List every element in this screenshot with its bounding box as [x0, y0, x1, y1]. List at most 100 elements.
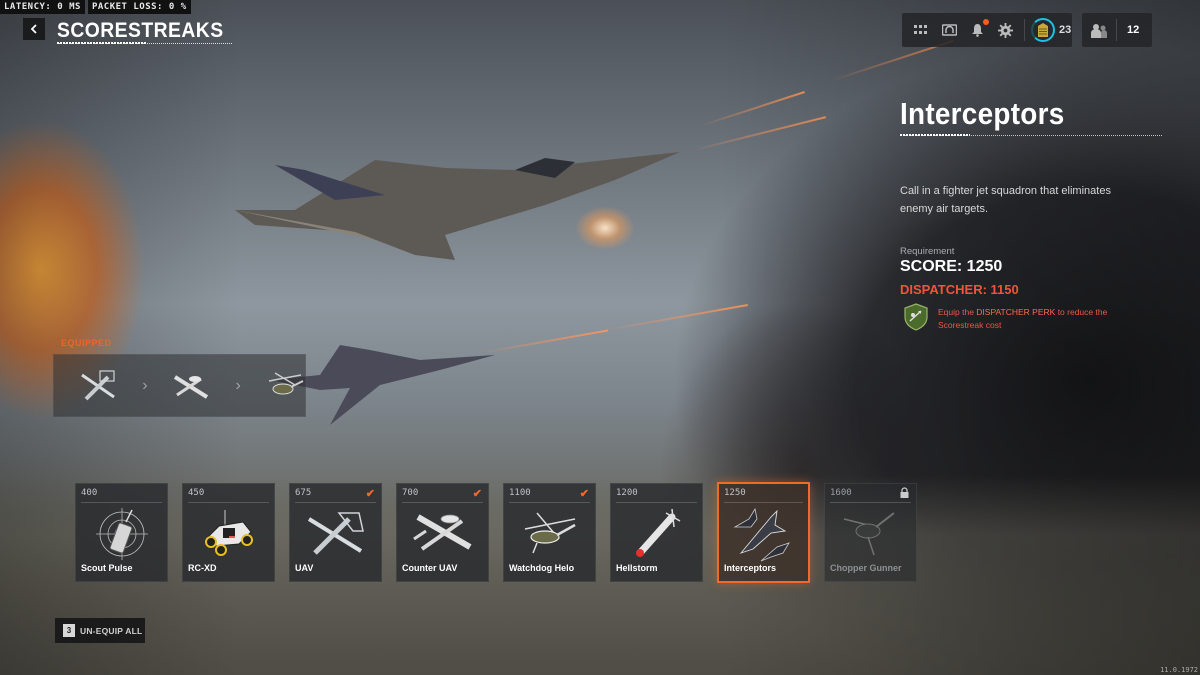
- packet-loss-readout: PACKET LOSS: 0 %: [87, 0, 191, 14]
- requirement-score: SCORE: 1250: [900, 258, 1003, 275]
- card-name: UAV: [295, 563, 314, 573]
- card-cost: 675: [295, 488, 312, 498]
- card-cost: 1200: [616, 488, 638, 498]
- card-divider: [295, 502, 376, 503]
- detail-title: Interceptors: [900, 96, 1065, 131]
- card-cost: 400: [81, 488, 98, 498]
- card-art: [835, 506, 906, 562]
- party-divider: [1116, 19, 1117, 41]
- awacs-plane-icon: [174, 374, 209, 399]
- grid-menu-icon: [914, 25, 927, 34]
- card-divider: [724, 502, 803, 503]
- equipped-loadout: › ›: [53, 354, 306, 417]
- title-underline: [57, 42, 232, 44]
- perk-note-highlight: DISPATCHER PERK: [976, 307, 1056, 317]
- perk-note-prefix: Equip the: [938, 307, 977, 317]
- equipped-slot-watchdog-helo[interactable]: [265, 366, 305, 406]
- card-cost: 1100: [509, 488, 531, 498]
- chevron-right-icon: ›: [235, 376, 241, 394]
- card-art: [621, 506, 692, 562]
- scorestreak-card-counter-uav[interactable]: 700 ✔ Counter UAV: [396, 483, 489, 582]
- drone-icon: [307, 512, 364, 555]
- card-art: [193, 506, 264, 562]
- rank-level: 23: [1059, 24, 1072, 36]
- headset-icon: [941, 23, 957, 36]
- tracer-line: [689, 116, 827, 152]
- card-art: [514, 506, 585, 562]
- detail-title-underline: [900, 134, 1162, 136]
- notification-dot: [983, 19, 989, 25]
- scorestreak-card-scout-pulse[interactable]: 400 Scout Pulse: [75, 483, 168, 582]
- card-cost: 700: [402, 488, 419, 498]
- menu-grid-button[interactable]: [912, 21, 930, 39]
- card-cost: 1250: [724, 488, 746, 498]
- latency-readout: LATENCY: 0 MS: [0, 0, 85, 14]
- card-name: Interceptors: [724, 563, 777, 573]
- radar-device-icon: [95, 508, 148, 560]
- card-name: Chopper Gunner: [830, 563, 902, 573]
- scorestreak-card-watchdog-helo[interactable]: 1100 ✔ Watchdog Helo: [503, 483, 596, 582]
- back-button[interactable]: [23, 18, 45, 40]
- scorestreak-card-interceptors[interactable]: 1250 Interceptors: [717, 482, 810, 583]
- keybind-badge: 3: [63, 624, 75, 637]
- equipped-slot-counter-uav[interactable]: [171, 366, 211, 406]
- requirement-label: Requirement: [900, 246, 955, 257]
- card-divider: [402, 502, 483, 503]
- toolbar-divider: [1024, 19, 1025, 41]
- card-name: Counter UAV: [402, 563, 458, 573]
- chevron-right-icon: ›: [142, 376, 148, 394]
- scorestreak-card-chopper-gunner[interactable]: 1600 Chopper Gunner: [824, 483, 917, 582]
- detail-description: Call in a fighter jet squadron that elim…: [900, 185, 1111, 215]
- chevron-left-icon: [30, 24, 37, 34]
- party-button[interactable]: 12: [1082, 13, 1152, 47]
- card-art: [407, 506, 478, 562]
- equipped-check-icon: ✔: [579, 488, 589, 500]
- scorestreak-card-hellstorm[interactable]: 1200 Hellstorm: [610, 483, 703, 582]
- party-members-icon: [1091, 23, 1107, 38]
- card-art: [729, 506, 798, 562]
- equipped-slot-uav[interactable]: [78, 366, 118, 406]
- party-count: 12: [1127, 24, 1140, 36]
- tracer-line: [599, 303, 748, 332]
- scorestreak-list: 400 Scout Pulse 450 RC-XD 675 ✔ UAV 700 …: [75, 482, 917, 583]
- scorestreak-card-rc-xd[interactable]: 450 RC-XD: [182, 483, 275, 582]
- settings-button[interactable]: [996, 21, 1014, 39]
- scorestreak-detail-panel: Interceptors Call in a fighter jet squad…: [900, 96, 1170, 332]
- rc-car-icon: [204, 510, 253, 556]
- missile-icon: [635, 508, 680, 557]
- card-name: RC-XD: [188, 563, 217, 573]
- dispatcher-perk-icon: [904, 303, 928, 331]
- drone-icon: [81, 369, 116, 400]
- page-title: SCORESTREAKS: [57, 19, 224, 42]
- helicopter-icon: [268, 371, 304, 394]
- jet-squadron-icon: [732, 507, 790, 562]
- card-divider: [830, 502, 911, 503]
- helicopter-icon: [524, 512, 576, 554]
- rank-chevron-icon: [1038, 23, 1048, 37]
- card-name: Scout Pulse: [81, 563, 133, 573]
- tracer-line: [479, 329, 609, 354]
- scorestreak-card-uav[interactable]: 675 ✔ UAV: [289, 483, 382, 582]
- card-name: Watchdog Helo: [509, 563, 575, 573]
- card-cost: 450: [188, 488, 205, 498]
- notifications-button[interactable]: [968, 19, 989, 39]
- unequip-all-label: UN-EQUIP ALL: [80, 625, 143, 636]
- requirement-dispatcher: DISPATCHER: 1150: [900, 282, 1019, 297]
- player-rank-button[interactable]: [1031, 18, 1055, 42]
- awacs-plane-icon: [412, 514, 471, 551]
- lock-icon: [900, 487, 909, 498]
- card-divider: [509, 502, 590, 503]
- equipped-label: EQUIPPED: [61, 338, 112, 348]
- build-version: 11.0.1972: [1160, 666, 1198, 674]
- unequip-all-button[interactable]: 3 UN-EQUIP ALL: [55, 618, 145, 643]
- network-stats: LATENCY: 0 MS PACKET LOSS: 0 %: [0, 0, 191, 14]
- card-divider: [616, 502, 697, 503]
- card-divider: [188, 502, 269, 503]
- card-divider: [81, 502, 162, 503]
- equipped-check-icon: ✔: [472, 488, 482, 500]
- equipped-check-icon: ✔: [365, 488, 375, 500]
- card-art: [86, 506, 157, 562]
- headset-button[interactable]: [940, 21, 958, 39]
- gunship-icon: [843, 512, 895, 556]
- bell-icon: [971, 24, 983, 37]
